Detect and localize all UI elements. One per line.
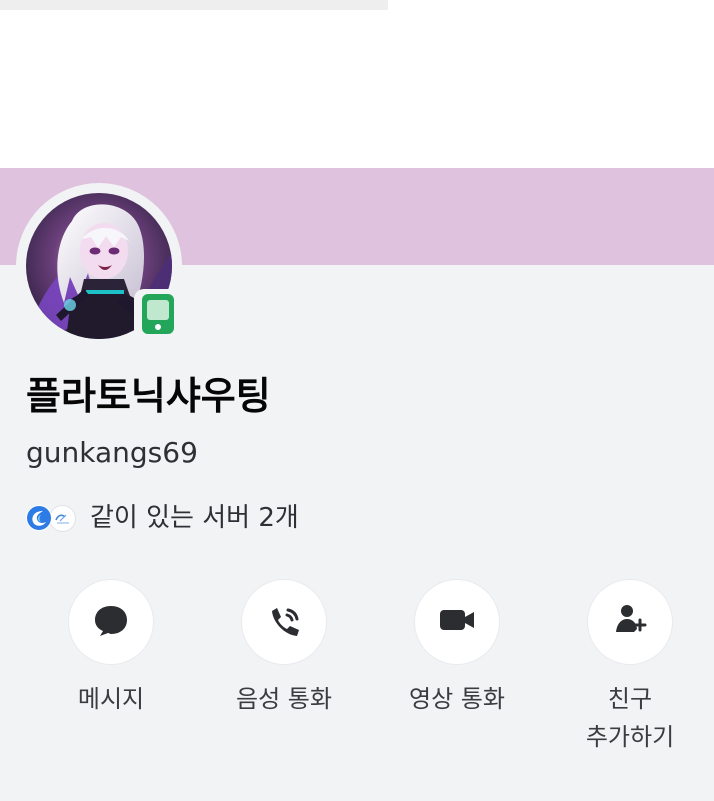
server-logo-icon <box>49 504 76 532</box>
mutual-servers-text: 같이 있는 서버 2개 <box>90 503 299 533</box>
video-camera-icon <box>435 600 479 644</box>
mutual-servers-row[interactable]: 같이 있는 서버 2개 <box>26 500 299 536</box>
add-friend-icon <box>609 599 651 645</box>
server-wave-icon <box>26 505 52 531</box>
message-button[interactable] <box>69 580 153 664</box>
username: gunkangs69 <box>26 436 198 469</box>
mobile-status-badge <box>134 289 182 339</box>
message-label: 메시지 <box>77 685 145 713</box>
voice-call-action[interactable]: 음성 통화 <box>199 580 369 718</box>
profile-actions: 메시지 음성 통화 영상 통화 친구 추가하기 <box>26 580 714 780</box>
display-name: 플라토닉샤우팅 <box>26 374 271 418</box>
video-call-action[interactable]: 영상 통화 <box>372 580 542 718</box>
video-call-label: 영상 통화 <box>409 685 505 713</box>
add-friend-label: 친구 추가하기 <box>585 685 675 751</box>
message-icon <box>91 600 131 644</box>
top-blank-area <box>0 10 714 168</box>
phone-icon <box>264 600 304 644</box>
message-action[interactable]: 메시지 <box>26 580 196 718</box>
add-friend-button[interactable] <box>588 580 672 664</box>
mobile-phone-icon <box>140 294 176 338</box>
video-call-button[interactable] <box>415 580 499 664</box>
add-friend-action[interactable]: 친구 추가하기 <box>545 580 714 756</box>
voice-call-label: 음성 통화 <box>236 685 332 713</box>
voice-call-button[interactable] <box>242 580 326 664</box>
profile-screen: 플라토닉샤우팅 gunkangs69 같이 있는 서버 2개 메시지 음성 통화… <box>0 0 714 801</box>
top-strip <box>0 0 388 10</box>
